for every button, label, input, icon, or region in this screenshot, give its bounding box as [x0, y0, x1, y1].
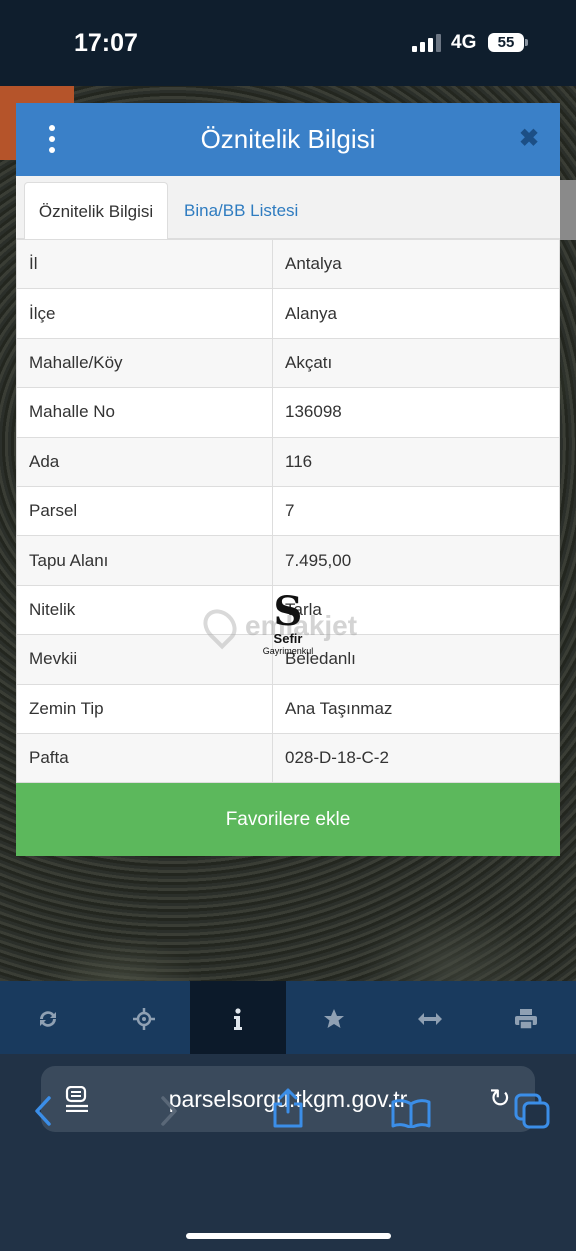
dialog-title: Öznitelik Bilgisi — [200, 124, 376, 154]
attr-value: 7 — [272, 485, 560, 537]
table-row: Zemin Tip Ana Taşınmaz — [16, 683, 560, 734]
attr-key: İl — [16, 238, 273, 290]
back-icon[interactable] — [32, 1095, 54, 1127]
attr-key: Parsel — [16, 485, 273, 537]
cellular-signal-icon — [412, 34, 442, 52]
attr-value: 136098 — [272, 387, 560, 438]
print-icon[interactable] — [478, 981, 574, 1054]
refresh-icon[interactable] — [0, 981, 96, 1054]
attr-value: Alanya — [272, 288, 560, 339]
network-type: 4G — [451, 32, 477, 53]
status-time: 17:07 — [74, 29, 138, 57]
attr-value: 7.495,00 — [272, 535, 560, 586]
attr-key: Mahalle/Köy — [16, 337, 273, 389]
kebab-menu-icon[interactable] — [46, 125, 58, 153]
dialog-header: Öznitelik Bilgisi ✖ — [16, 103, 560, 176]
table-row: Mahalle No 136098 — [16, 387, 560, 438]
map-toolbar — [0, 981, 576, 1054]
attr-key: Tapu Alanı — [16, 535, 273, 586]
home-indicator[interactable] — [186, 1233, 391, 1239]
table-row: İl Antalya — [16, 238, 560, 290]
forward-icon[interactable] — [158, 1095, 180, 1127]
tab-strip: Öznitelik Bilgisi Bina/BB Listesi — [16, 176, 560, 240]
tab-attribute-info[interactable]: Öznitelik Bilgisi — [24, 182, 168, 240]
attr-key: Ada — [16, 436, 273, 487]
battery-icon: 55 — [488, 33, 524, 52]
map-feature — [560, 180, 576, 240]
table-row: İlçe Alanya — [16, 288, 560, 339]
browser-bottom-bar: parselsorgu.tkgm.gov.tr ↻ — [0, 1054, 576, 1251]
attr-value: Antalya — [272, 238, 560, 290]
attr-value: 028-D-18-C-2 — [272, 732, 560, 784]
attr-value: Akçatı — [272, 337, 560, 389]
tabs-icon[interactable] — [514, 1093, 550, 1129]
info-icon[interactable] — [190, 981, 286, 1054]
attribute-dialog: Öznitelik Bilgisi ✖ Öznitelik Bilgisi Bi… — [16, 103, 560, 856]
attr-key: Mahalle No — [16, 387, 273, 438]
table-row: Parsel 7 — [16, 485, 560, 537]
bookmarks-icon[interactable] — [391, 1098, 431, 1128]
tab-building-list[interactable]: Bina/BB Listesi — [184, 182, 298, 240]
attr-value: 116 — [272, 436, 560, 487]
attribute-table: İl Antalya İlçe Alanya Mahalle/Köy Akçat… — [16, 238, 560, 784]
table-row: Mahalle/Köy Akçatı — [16, 337, 560, 389]
status-bar: 17:07 4G 55 — [0, 0, 576, 86]
battery-tip — [525, 39, 528, 46]
attr-key: İlçe — [16, 288, 273, 339]
table-row: Tapu Alanı 7.495,00 — [16, 535, 560, 586]
attr-key: Pafta — [16, 732, 273, 784]
locate-icon[interactable] — [96, 981, 192, 1054]
table-row: Ada 116 — [16, 436, 560, 487]
measure-icon[interactable] — [382, 981, 478, 1054]
share-icon[interactable] — [272, 1088, 304, 1128]
add-favorite-button[interactable]: Favorilere ekle — [16, 783, 560, 856]
sefir-logo: S Sefir Gayrimenkul — [262, 588, 314, 657]
reload-icon[interactable]: ↻ — [489, 1084, 517, 1112]
attr-key: Zemin Tip — [16, 683, 273, 734]
star-icon[interactable] — [286, 981, 382, 1054]
page-menu-icon[interactable] — [65, 1086, 89, 1112]
attr-value: Ana Taşınmaz — [272, 683, 560, 734]
table-row: Pafta 028-D-18-C-2 — [16, 732, 560, 784]
close-icon[interactable]: ✖ — [518, 127, 540, 151]
